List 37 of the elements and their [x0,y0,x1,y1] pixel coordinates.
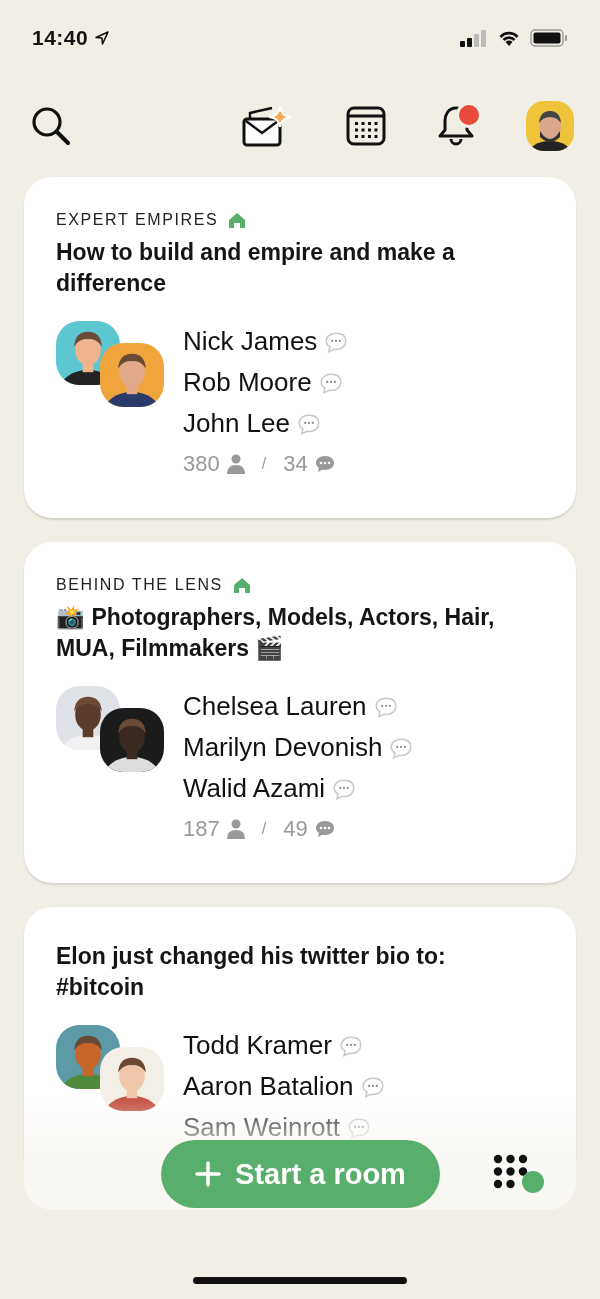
separator-slash: / [261,820,267,838]
speaker-name: Rob Moore [183,367,312,398]
house-icon [232,577,251,593]
speaker-name: John Lee [183,408,290,439]
profile-avatar[interactable] [526,101,574,151]
location-arrow-icon [94,29,111,46]
chat-count: 34 [283,451,308,477]
house-icon [228,212,247,228]
chat-bubble-icon [314,455,335,473]
room-title: 📸 Photographers, Models, Actors, Hair, MUA, Filmmakers 🎬 [56,603,496,663]
separator-slash: / [261,455,267,473]
club-name: EXPERT EMPIRES [56,211,219,229]
club-name: BEHIND THE LENS [56,576,223,594]
clock-time: 14:40 [32,25,89,50]
room-title: Elon just changed his twitter bio to: #bitcoin [56,942,447,1002]
chat-bubble-icon [314,820,335,838]
person-icon [226,454,245,474]
room-card[interactable]: EXPERT EMPIRES How to build and empire and make a difference Nick James Rob Moore John Lee 380 / 34 [24,177,576,518]
speaker-name: Chelsea Lauren [183,691,367,722]
chat-count: 49 [283,816,308,842]
speaker-name: Nick James [183,326,318,357]
plus-icon [195,1161,222,1187]
online-friends-button[interactable] [493,1154,545,1194]
listener-count: 187 [183,816,220,842]
speaker-name: Todd Kramer [183,1030,332,1061]
speaker-name: Sam Weinrott [183,1112,340,1143]
calendar-button[interactable] [346,106,386,146]
speaker-name: Marilyn Devonish [183,732,383,763]
room-card[interactable]: BEHIND THE LENS 📸 Photographers, Models, Actors, Hair, MUA, Filmmakers 🎬 Chelsea Lauren Marilyn Devonish Walid Azami 187 / 49 [24,542,576,883]
person-icon [226,819,245,839]
signal-icon [460,28,488,47]
speaker-name: Walid Azami [183,773,326,804]
room-title: How to build and empire and make a difference [56,238,456,298]
speaker-name: Aaron Batalion [183,1071,354,1102]
battery-icon [530,28,568,47]
listener-count: 380 [183,451,220,477]
search-button[interactable] [30,105,72,147]
